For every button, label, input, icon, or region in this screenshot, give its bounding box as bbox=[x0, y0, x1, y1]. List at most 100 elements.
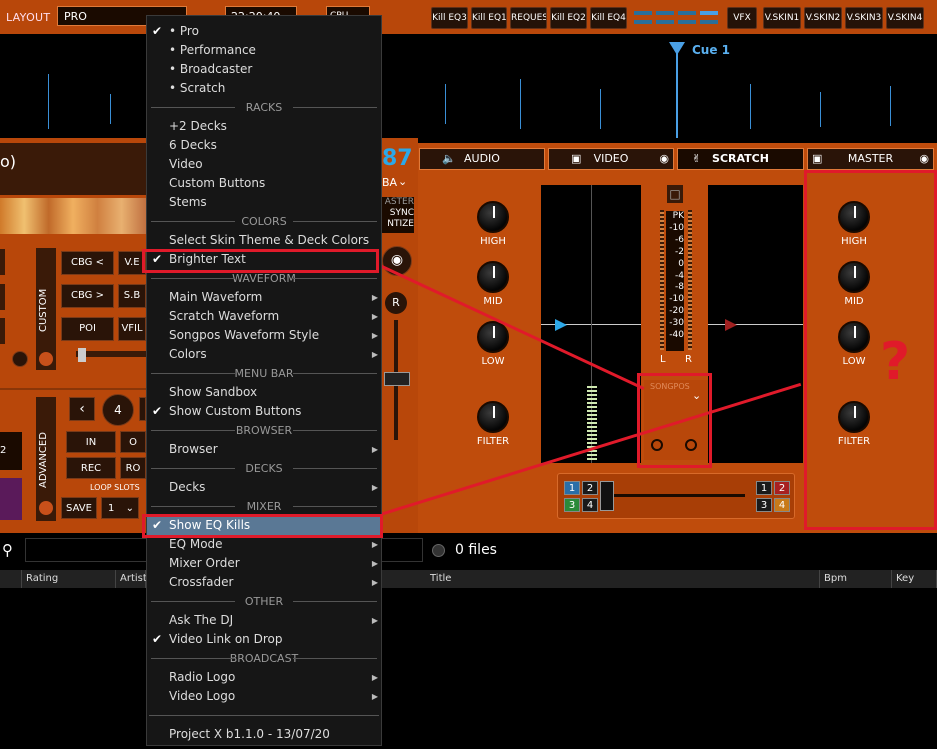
left-mid-knob[interactable] bbox=[477, 261, 509, 293]
column-header-title[interactable]: Title bbox=[426, 570, 820, 588]
crossfader-handle[interactable] bbox=[600, 481, 614, 511]
side-deck-num[interactable]: 2 bbox=[0, 432, 22, 470]
xfader-left-pad-1[interactable]: 1 bbox=[564, 481, 580, 495]
menu-item-6-decks[interactable]: 6 Decks bbox=[147, 136, 381, 155]
vfil-button[interactable]: VFIL bbox=[118, 317, 146, 341]
menu-item-pro[interactable]: ✔ • Pro bbox=[147, 22, 381, 41]
menu-item-stems[interactable]: Stems bbox=[147, 193, 381, 212]
column-header-artist[interactable]: Artist bbox=[116, 570, 147, 588]
menu-item-show-sandbox[interactable]: Show Sandbox bbox=[147, 383, 381, 402]
submenu-arrow-icon: ▶ bbox=[371, 616, 378, 625]
slot-dropdown[interactable]: 1 ⌄ bbox=[101, 497, 139, 519]
kill-eq1-button[interactable]: Kill EQ1 bbox=[471, 7, 507, 29]
xfader-left-pad-2[interactable]: 2 bbox=[582, 481, 598, 495]
column-header-flag[interactable] bbox=[4, 570, 22, 588]
menu-item-show-custom-buttons[interactable]: ✔ Show Custom Buttons bbox=[147, 402, 381, 421]
left-high-knob[interactable] bbox=[477, 201, 509, 233]
sb-button[interactable]: S.B bbox=[118, 284, 146, 308]
column-header-key[interactable]: Key bbox=[892, 570, 937, 588]
crossfader-track[interactable] bbox=[605, 494, 745, 497]
roll-button[interactable]: RO bbox=[120, 457, 146, 479]
loop-out-button[interactable]: O bbox=[120, 431, 146, 453]
menu-item-video-link-on-drop[interactable]: ✔ Video Link on Drop bbox=[147, 630, 381, 649]
gear-icon[interactable]: ◉ bbox=[919, 149, 929, 169]
menu-item-songpos-waveform-style[interactable]: Songpos Waveform Style ▶ bbox=[147, 326, 381, 345]
loop-size-knob[interactable]: 4 bbox=[102, 394, 134, 426]
song-waveform[interactable] bbox=[0, 34, 937, 138]
poi-button[interactable]: POI bbox=[61, 317, 114, 341]
pad-slider-handle[interactable] bbox=[78, 348, 86, 362]
request-button[interactable]: REQUEST bbox=[510, 7, 547, 29]
layout-value: PRO bbox=[64, 10, 87, 23]
vfx-button[interactable]: VFX bbox=[727, 7, 757, 29]
xfader-right-pad-4[interactable]: 4 bbox=[774, 498, 790, 512]
rec-button[interactable]: REC bbox=[66, 457, 116, 479]
side-deck-purple[interactable] bbox=[0, 478, 22, 520]
menu-item-project-x-b1-1-0-13-07-20[interactable]: Project X b1.1.0 - 13/07/20 bbox=[147, 725, 381, 744]
menu-item-scratch[interactable]: • Scratch bbox=[147, 79, 381, 98]
menu-item-label: • Pro bbox=[169, 24, 199, 38]
menu-item-select-skin-theme-deck-colors[interactable]: Select Skin Theme & Deck Colors bbox=[147, 231, 381, 250]
column-header-rating[interactable]: Rating bbox=[22, 570, 116, 588]
pitch-slider-handle[interactable] bbox=[384, 372, 410, 386]
menu-item-video-logo[interactable]: Video Logo ▶ bbox=[147, 687, 381, 706]
right-scratch-waveform[interactable] bbox=[708, 185, 803, 463]
menu-item-broadcaster[interactable]: • Broadcaster bbox=[147, 60, 381, 79]
cbg-prev-button[interactable]: CBG < bbox=[61, 251, 114, 275]
deck-waveform[interactable] bbox=[0, 198, 146, 234]
vskin3-button[interactable]: V.SKIN3 bbox=[845, 7, 883, 29]
xfader-right-pad-2[interactable]: 2 bbox=[774, 481, 790, 495]
cue-marker-icon[interactable] bbox=[669, 42, 685, 55]
side-led[interactable] bbox=[12, 351, 28, 367]
menu-item-scratch-waveform[interactable]: Scratch Waveform ▶ bbox=[147, 307, 381, 326]
menu-section-broadcast: BROADCAST bbox=[149, 649, 379, 668]
vskin1-button[interactable]: V.SKIN1 bbox=[763, 7, 801, 29]
menu-item-label: +2 Decks bbox=[169, 119, 227, 133]
xfader-left-pad-3[interactable]: 3 bbox=[564, 498, 580, 512]
menu-item-performance[interactable]: • Performance bbox=[147, 41, 381, 60]
reverse-button[interactable]: R bbox=[385, 292, 407, 314]
save-button[interactable]: SAVE bbox=[61, 497, 97, 519]
kill-eq4-button[interactable]: Kill EQ4 bbox=[590, 7, 627, 29]
menu-item-ask-the-dj[interactable]: Ask The DJ ▶ bbox=[147, 611, 381, 630]
pad-slider-track[interactable] bbox=[76, 351, 146, 357]
menu-item-radio-logo[interactable]: Radio Logo ▶ bbox=[147, 668, 381, 687]
xfader-left-pad-4[interactable]: 4 bbox=[582, 498, 598, 512]
tab-video[interactable]: ▣ VIDEO ◉ bbox=[548, 148, 674, 170]
menu-item-2-decks[interactable]: +2 Decks bbox=[147, 117, 381, 136]
menu-item-browser[interactable]: Browser ▶ bbox=[147, 440, 381, 459]
menu-item-main-waveform[interactable]: Main Waveform ▶ bbox=[147, 288, 381, 307]
left-low-knob[interactable] bbox=[477, 321, 509, 353]
vskin2-button[interactable]: V.SKIN2 bbox=[804, 7, 842, 29]
xfader-right-pad-1[interactable]: 1 bbox=[756, 481, 772, 495]
menu-item-crossfader[interactable]: Crossfader ▶ bbox=[147, 573, 381, 592]
tab-master[interactable]: ▣ MASTER ◉ bbox=[807, 148, 934, 170]
loop-in-button[interactable]: IN bbox=[66, 431, 116, 453]
loop-half-button[interactable]: ‹ bbox=[69, 397, 95, 421]
sync-panel[interactable]: ASTER SYNC NTIZE bbox=[382, 197, 414, 233]
left-filter-knob[interactable] bbox=[477, 401, 509, 433]
search-icon[interactable]: ⚲ bbox=[2, 541, 13, 559]
vu-left-label: L bbox=[660, 354, 666, 365]
menu-item-mixer-order[interactable]: Mixer Order ▶ bbox=[147, 554, 381, 573]
tab-audio[interactable]: 🔈 AUDIO bbox=[419, 148, 545, 170]
kill-eq3-button[interactable]: Kill EQ3 bbox=[431, 7, 468, 29]
quantize-label: NTIZE bbox=[387, 219, 414, 229]
chevron-down-icon[interactable]: ⌄ bbox=[398, 175, 407, 188]
speaker-icon[interactable]: □ bbox=[667, 185, 683, 203]
loop-double-button[interactable] bbox=[139, 397, 146, 421]
vskin4-button[interactable]: V.SKIN4 bbox=[886, 7, 924, 29]
column-header-bpm[interactable]: Bpm bbox=[820, 570, 892, 588]
menu-separator bbox=[149, 715, 379, 716]
menu-item-video[interactable]: Video bbox=[147, 155, 381, 174]
kill-eq2-button[interactable]: Kill EQ2 bbox=[550, 7, 587, 29]
cbg-next-button[interactable]: CBG > bbox=[61, 284, 114, 308]
menu-item-custom-buttons[interactable]: Custom Buttons bbox=[147, 174, 381, 193]
menu-item-decks[interactable]: Decks ▶ bbox=[147, 478, 381, 497]
menu-item-colors[interactable]: Colors ▶ bbox=[147, 345, 381, 364]
left-playhead-icon bbox=[555, 319, 567, 331]
gear-icon[interactable]: ◉ bbox=[659, 149, 669, 169]
submenu-arrow-icon: ▶ bbox=[371, 293, 378, 302]
tab-scratch[interactable]: ✌ SCRATCH bbox=[677, 148, 804, 170]
xfader-right-pad-3[interactable]: 3 bbox=[756, 498, 772, 512]
